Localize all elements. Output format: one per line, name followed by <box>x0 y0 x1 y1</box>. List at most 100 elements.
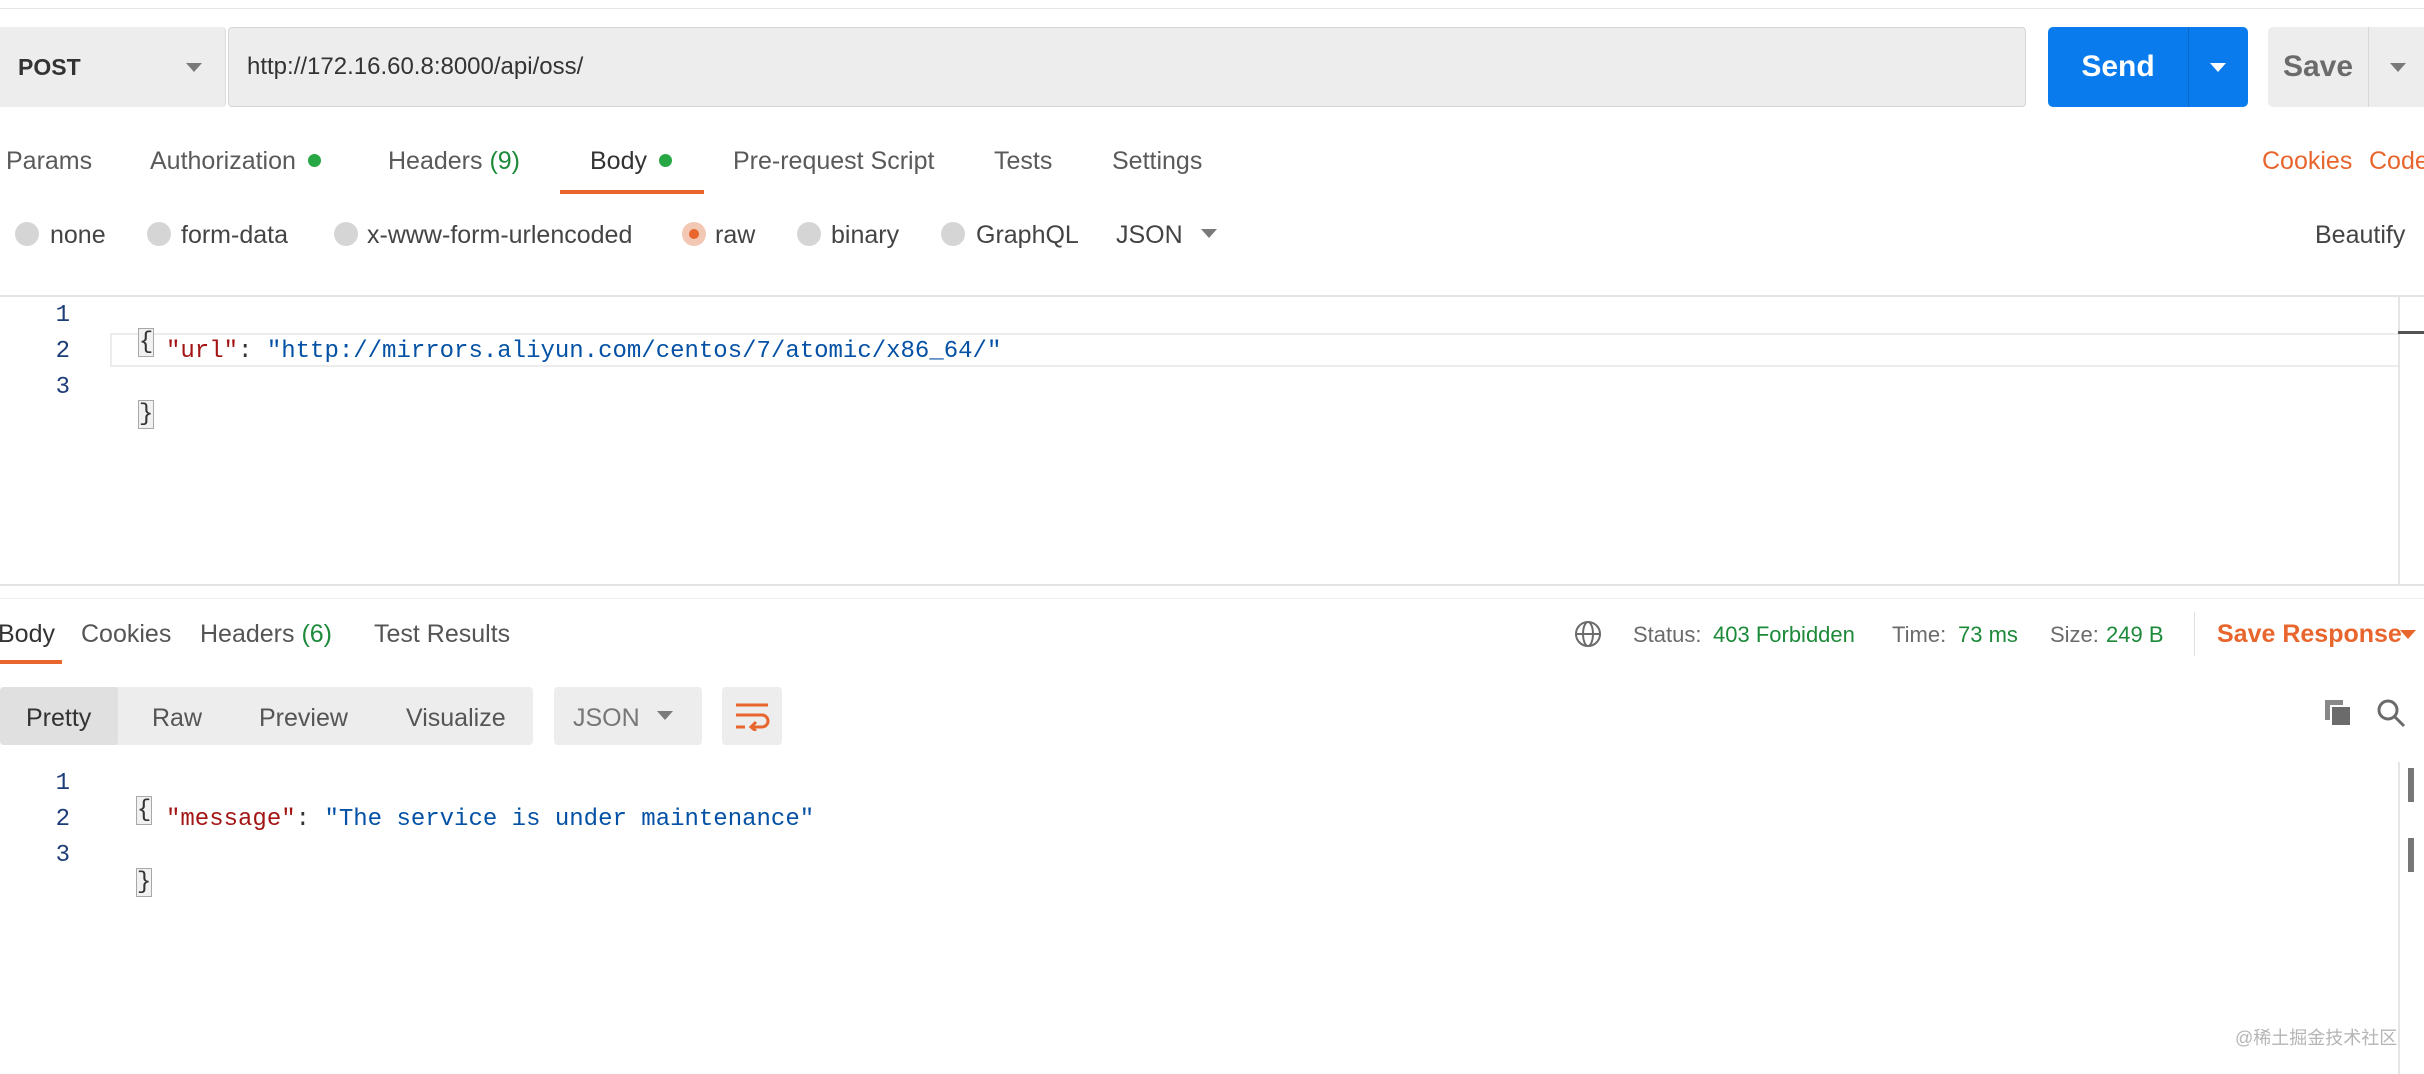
time-value[interactable]: 73 ms <box>1958 622 2018 648</box>
scroll-thumb[interactable] <box>2408 838 2414 872</box>
request-body-line-2[interactable]: "url": "http://mirrors.aliyun.com/centos… <box>166 338 1001 365</box>
tab-authorization[interactable]: Authorization <box>150 147 321 176</box>
tab-label: Headers <box>200 620 295 648</box>
save-divider <box>2368 27 2369 107</box>
response-tab-body[interactable]: Body <box>0 620 55 649</box>
scroll-thumb[interactable] <box>2408 768 2414 802</box>
status-divider <box>2194 612 2195 656</box>
globe-icon[interactable] <box>1574 620 1602 648</box>
tab-tests[interactable]: Tests <box>994 147 1052 176</box>
wrap-lines-button[interactable] <box>722 687 782 745</box>
radio-label[interactable]: binary <box>831 221 899 250</box>
chevron-down-icon <box>657 711 673 720</box>
search-icon[interactable] <box>2376 698 2406 728</box>
radio-label[interactable]: x-www-form-urlencoded <box>367 221 632 250</box>
response-tab-test-results[interactable]: Test Results <box>374 620 510 649</box>
response-tab-headers[interactable]: Headers (6) <box>200 620 332 649</box>
status-value[interactable]: 403 Forbidden <box>1713 622 1855 648</box>
response-format-select[interactable]: JSON <box>554 687 702 745</box>
format-label: JSON <box>573 704 640 732</box>
chevron-down-icon[interactable] <box>1201 229 1217 238</box>
wrap-lines-icon <box>736 703 770 731</box>
cookies-link[interactable]: Cookies <box>2262 147 2352 176</box>
radio-raw[interactable] <box>682 222 706 246</box>
tab-label: Headers <box>388 147 483 175</box>
size-value[interactable]: 249 B <box>2106 622 2164 648</box>
tab-label: Settings <box>1112 147 1203 175</box>
time-label: Time: <box>1892 622 1947 647</box>
chevron-down-icon[interactable] <box>2400 630 2416 639</box>
request-body-editor[interactable]: { <box>110 302 155 357</box>
json-colon: : <box>295 806 325 833</box>
line-number: 1 <box>55 302 70 329</box>
response-view-switcher: Pretty Raw Preview Visualize <box>0 687 533 745</box>
scroll-marker <box>2398 331 2424 334</box>
view-raw-button[interactable]: Raw <box>152 704 202 733</box>
json-colon: : <box>238 338 267 365</box>
line-number: 2 <box>55 806 70 833</box>
response-tab-cookies[interactable]: Cookies <box>81 620 171 649</box>
request-body-line-3[interactable]: } <box>110 374 155 429</box>
active-tab-indicator <box>0 660 62 664</box>
radio-binary[interactable] <box>797 222 821 246</box>
headers-count: (9) <box>489 147 521 175</box>
open-brace: { <box>137 328 155 357</box>
copy-icon[interactable] <box>2323 698 2353 728</box>
close-brace: } <box>137 400 155 429</box>
url-input[interactable]: http://172.16.60.8:8000/api/oss/ <box>228 27 2026 107</box>
open-brace: { <box>135 796 153 825</box>
response-scrollbar[interactable] <box>2398 762 2400 1074</box>
radio-none[interactable] <box>15 222 39 246</box>
save-label: Save <box>2282 50 2354 83</box>
beautify-link[interactable]: Beautify <box>2315 221 2405 250</box>
send-button[interactable]: Send <box>2048 27 2248 107</box>
send-divider <box>2188 27 2189 107</box>
tab-label: Body <box>590 147 647 175</box>
view-label: Pretty <box>26 704 92 732</box>
panel-divider <box>0 584 2424 586</box>
status-dot-icon <box>658 153 672 167</box>
json-value: "http://mirrors.aliyun.com/centos/7/atom… <box>266 338 1002 365</box>
save-options-chevron-icon[interactable] <box>2390 63 2406 72</box>
radio-label[interactable]: form-data <box>181 221 288 250</box>
send-options-chevron-icon[interactable] <box>2210 63 2226 72</box>
save-button[interactable]: Save <box>2268 27 2424 107</box>
raw-format-select[interactable]: JSON <box>1116 221 1183 250</box>
response-body-line-2[interactable]: "message": "The service is under mainten… <box>166 806 814 833</box>
top-divider <box>0 8 2424 9</box>
method-select[interactable]: POST <box>0 27 226 107</box>
tab-body[interactable]: Body <box>590 147 672 176</box>
view-visualize-button[interactable]: Visualize <box>406 704 506 733</box>
line-number: 2 <box>55 338 70 365</box>
response-body-line-1[interactable]: { <box>108 770 153 825</box>
tab-params[interactable]: Params <box>6 147 92 176</box>
view-preview-button[interactable]: Preview <box>259 704 348 733</box>
tab-settings[interactable]: Settings <box>1112 147 1202 176</box>
radio-label[interactable]: GraphQL <box>976 221 1079 250</box>
method-label: POST <box>18 54 81 80</box>
tab-label: Tests <box>994 147 1053 175</box>
radio-label[interactable]: raw <box>715 221 755 250</box>
save-response-button[interactable]: Save Response <box>2217 620 2402 649</box>
tab-headers[interactable]: Headers (9) <box>388 147 520 176</box>
size-label: Size: <box>2050 622 2099 647</box>
status-dot-icon <box>307 153 321 167</box>
line-number: 3 <box>55 374 70 401</box>
headers-count: (6) <box>301 620 333 648</box>
radio-form-data[interactable] <box>147 222 171 246</box>
radio-label[interactable]: none <box>50 221 106 250</box>
tab-pre-request-script[interactable]: Pre-request Script <box>733 147 934 176</box>
code-link[interactable]: Code <box>2369 147 2424 176</box>
chevron-down-icon <box>186 63 202 72</box>
active-tab-indicator <box>560 190 704 194</box>
editor-scrollbar[interactable] <box>2398 297 2400 584</box>
radio-x-www-form-urlencoded[interactable] <box>334 222 358 246</box>
close-brace: } <box>135 868 153 897</box>
tab-label: Authorization <box>150 147 296 175</box>
status-label: Status: <box>1633 622 1702 647</box>
editor-top-border <box>0 295 2424 297</box>
response-body-line-3[interactable]: } <box>108 842 153 897</box>
url-text: http://172.16.60.8:8000/api/oss/ <box>247 53 584 80</box>
radio-graphql[interactable] <box>941 222 965 246</box>
tab-label: Params <box>6 147 93 175</box>
